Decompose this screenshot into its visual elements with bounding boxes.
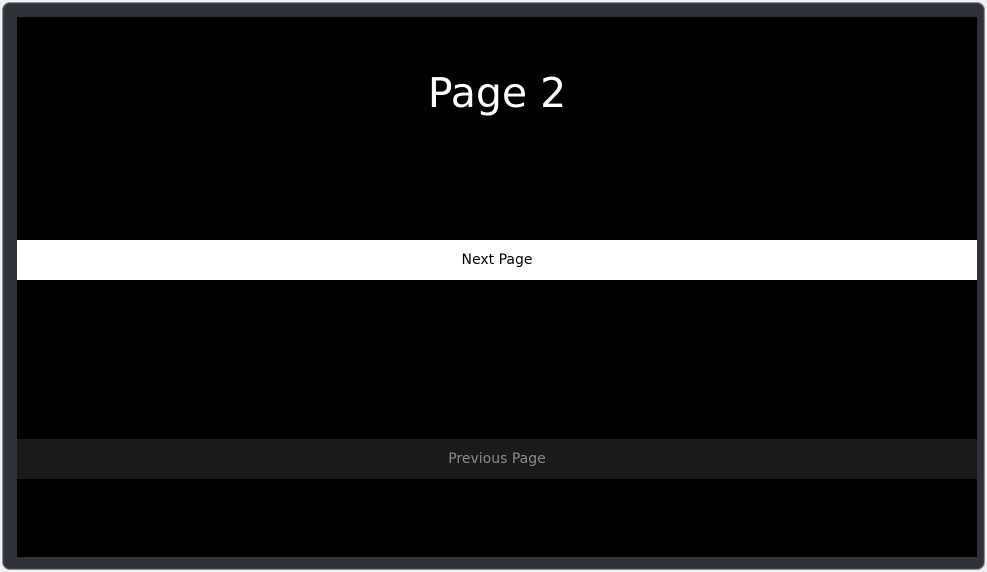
app-screen: Page 2 Next Page Previous Page bbox=[17, 17, 977, 557]
previous-page-button[interactable]: Previous Page bbox=[17, 439, 977, 479]
page-title: Page 2 bbox=[427, 69, 567, 117]
next-page-button[interactable]: Next Page bbox=[17, 240, 977, 280]
tv-frame: Page 2 Next Page Previous Page bbox=[2, 2, 985, 570]
